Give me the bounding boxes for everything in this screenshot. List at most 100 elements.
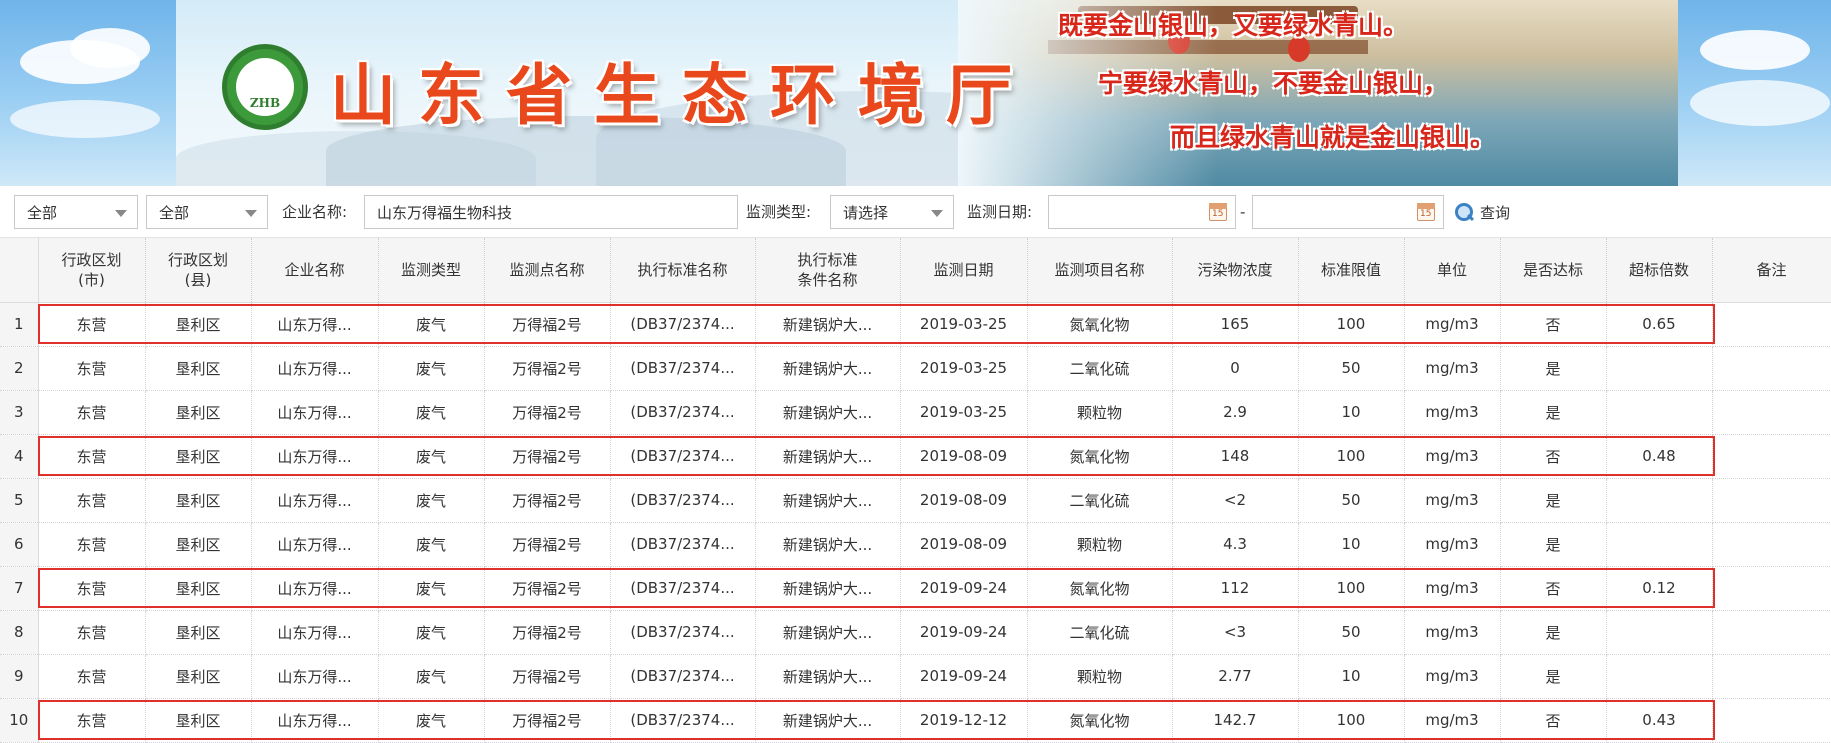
header-monitor-item[interactable]: 监测项目名称	[1027, 238, 1173, 303]
header-exceed-ratio[interactable]: 超标倍数	[1606, 238, 1713, 303]
header-standard-condition[interactable]: 执行标准 条件名称	[755, 238, 901, 303]
cell-monitor-type: 废气	[378, 302, 485, 347]
cell-company: 山东万得...	[251, 478, 379, 523]
cell-monitor-type: 废气	[378, 434, 485, 479]
calendar-icon[interactable]	[1209, 203, 1227, 221]
cell-concentration: 148	[1172, 434, 1299, 479]
cell-remark	[1712, 390, 1831, 435]
cell-monitor-item: 二氧化硫	[1027, 346, 1173, 391]
cell-standard-name: (DB37/2374...	[610, 610, 756, 655]
cloud-decoration	[70, 28, 150, 68]
header-monitor-point[interactable]: 监测点名称	[484, 238, 611, 303]
header-city[interactable]: 行政区划 (市)	[38, 238, 146, 303]
city-select[interactable]: 全部	[14, 195, 138, 229]
cell-unit: mg/m3	[1404, 566, 1501, 611]
header-compliant[interactable]: 是否达标	[1500, 238, 1607, 303]
company-input-value: 山东万得福生物科技	[377, 203, 513, 222]
cell-county: 垦利区	[145, 346, 252, 391]
row-number: 7	[0, 566, 39, 611]
county-select[interactable]: 全部	[146, 195, 268, 229]
type-select[interactable]: 请选择	[830, 195, 954, 229]
caret-down-icon	[115, 210, 127, 217]
cell-standard-limit: 100	[1298, 434, 1405, 479]
row-number: 6	[0, 522, 39, 567]
header-monitor-date[interactable]: 监测日期	[900, 238, 1028, 303]
cell-monitor-point: 万得福2号	[484, 566, 611, 611]
cell-monitor-type: 废气	[378, 390, 485, 435]
search-button[interactable]: 查询	[1454, 195, 1510, 229]
cell-city: 东营	[38, 390, 146, 435]
cell-monitor-type: 废气	[378, 522, 485, 567]
header-standard-limit[interactable]: 标准限值	[1298, 238, 1405, 303]
cell-unit: mg/m3	[1404, 522, 1501, 567]
cell-unit: mg/m3	[1404, 390, 1501, 435]
cell-standard-name: (DB37/2374...	[610, 566, 756, 611]
cell-monitor-item: 氮氧化物	[1027, 698, 1173, 743]
table-row[interactable]: 7 东营 垦利区 山东万得... 废气 万得福2号 (DB37/2374... 新建锅炉大..…	[0, 566, 1831, 611]
cell-city: 东营	[38, 434, 146, 479]
cell-monitor-point: 万得福2号	[484, 302, 611, 347]
table-row[interactable]: 6 东营 垦利区 山东万得... 废气 万得福2号 (DB37/2374... 新建锅炉大..…	[0, 522, 1831, 567]
cell-remark	[1712, 434, 1831, 479]
table-row[interactable]: 5 东营 垦利区 山东万得... 废气 万得福2号 (DB37/2374... 新建锅炉大..…	[0, 478, 1831, 523]
magnifier-icon	[1454, 202, 1474, 222]
county-select-value: 全部	[159, 203, 190, 222]
cell-compliant: 是	[1500, 478, 1607, 523]
date-to-input[interactable]	[1252, 195, 1444, 229]
cell-monitor-type: 废气	[378, 654, 485, 699]
cell-monitor-date: 2019-03-25	[900, 302, 1028, 347]
company-input[interactable]: 山东万得福生物科技	[364, 195, 738, 229]
date-from-input[interactable]	[1048, 195, 1236, 229]
cell-standard-limit: 10	[1298, 654, 1405, 699]
cell-monitor-item: 氮氧化物	[1027, 434, 1173, 479]
table-row[interactable]: 10 东营 垦利区 山东万得... 废气 万得福2号 (DB37/2374... 新建锅炉大.…	[0, 698, 1831, 743]
cell-monitor-date: 2019-03-25	[900, 346, 1028, 391]
slogan-line-1: 既要金山银山，又要绿水青山。	[1058, 11, 1409, 40]
cell-standard-condition: 新建锅炉大...	[755, 390, 901, 435]
type-select-value: 请选择	[843, 203, 889, 222]
row-number: 9	[0, 654, 39, 699]
cell-exceed-ratio: 0.48	[1606, 434, 1713, 479]
header-concentration[interactable]: 污染物浓度	[1172, 238, 1299, 303]
cell-standard-condition: 新建锅炉大...	[755, 302, 901, 347]
cell-standard-condition: 新建锅炉大...	[755, 346, 901, 391]
table-header-row: 行政区划 (市) 行政区划 (县) 企业名称 监测类型 监测点名称 执行标准名称 执…	[0, 238, 1831, 303]
header-monitor-type[interactable]: 监测类型	[378, 238, 485, 303]
table-row[interactable]: 4 东营 垦利区 山东万得... 废气 万得福2号 (DB37/2374... 新建锅炉大..…	[0, 434, 1831, 479]
table-row[interactable]: 1 东营 垦利区 山东万得... 废气 万得福2号 (DB37/2374... 新建锅炉大..…	[0, 302, 1831, 347]
header-standard-name[interactable]: 执行标准名称	[610, 238, 756, 303]
header-company[interactable]: 企业名称	[251, 238, 379, 303]
cell-monitor-item: 二氧化硫	[1027, 478, 1173, 523]
cell-remark	[1712, 610, 1831, 655]
table-row[interactable]: 9 东营 垦利区 山东万得... 废气 万得福2号 (DB37/2374... 新建锅炉大..…	[0, 654, 1831, 699]
header-row-number	[0, 238, 39, 303]
cell-monitor-point: 万得福2号	[484, 346, 611, 391]
cell-company: 山东万得...	[251, 610, 379, 655]
cell-monitor-point: 万得福2号	[484, 390, 611, 435]
slogan-line-2: 宁要绿水青山，不要金山银山，	[1098, 69, 1449, 98]
cell-concentration: <3	[1172, 610, 1299, 655]
cell-unit: mg/m3	[1404, 346, 1501, 391]
cell-exceed-ratio	[1606, 478, 1713, 523]
table-row[interactable]: 2 东营 垦利区 山东万得... 废气 万得福2号 (DB37/2374... 新建锅炉大..…	[0, 346, 1831, 391]
slogan-line-3: 而且绿水青山就是金山银山。	[1170, 123, 1496, 152]
cell-standard-name: (DB37/2374...	[610, 522, 756, 567]
header-remark[interactable]: 备注	[1712, 238, 1831, 303]
table-row[interactable]: 3 东营 垦利区 山东万得... 废气 万得福2号 (DB37/2374... 新建锅炉大..…	[0, 390, 1831, 435]
cell-monitor-date: 2019-09-24	[900, 610, 1028, 655]
header-unit[interactable]: 单位	[1404, 238, 1501, 303]
cell-exceed-ratio: 0.43	[1606, 698, 1713, 743]
calendar-icon[interactable]	[1417, 203, 1435, 221]
cell-compliant: 否	[1500, 566, 1607, 611]
cell-exceed-ratio: 0.65	[1606, 302, 1713, 347]
cell-standard-limit: 100	[1298, 302, 1405, 347]
header-county[interactable]: 行政区划 (县)	[145, 238, 252, 303]
cell-county: 垦利区	[145, 610, 252, 655]
cell-exceed-ratio	[1606, 522, 1713, 567]
cell-standard-condition: 新建锅炉大...	[755, 566, 901, 611]
row-number: 10	[0, 698, 39, 743]
cell-exceed-ratio: 0.12	[1606, 566, 1713, 611]
cell-concentration: 142.7	[1172, 698, 1299, 743]
table-row[interactable]: 8 东营 垦利区 山东万得... 废气 万得福2号 (DB37/2374... 新建锅炉大..…	[0, 610, 1831, 655]
cell-unit: mg/m3	[1404, 654, 1501, 699]
